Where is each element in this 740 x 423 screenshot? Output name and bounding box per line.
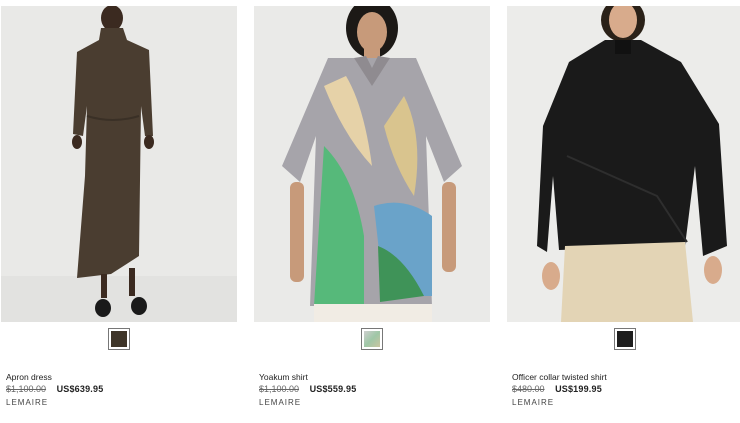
product-name[interactable]: Apron dress: [6, 372, 52, 382]
swatch-chip: [617, 331, 633, 347]
model-in-brown-dress-icon: [1, 6, 237, 322]
model-in-black-shirt-icon: [507, 6, 740, 322]
product-image[interactable]: [1, 6, 237, 322]
original-price: $480.00: [512, 384, 545, 394]
color-swatch[interactable]: [614, 328, 636, 350]
original-price: $1,100.00: [6, 384, 47, 394]
product-image[interactable]: [507, 6, 740, 322]
product-grid: Apron dress $1,100.00 US$639.95 LEMAIRE: [0, 0, 740, 423]
swatch-chip: [111, 331, 127, 347]
price-row: $1,100.00 US$559.95: [259, 384, 356, 394]
model-in-printed-shirt-icon: [254, 6, 490, 322]
product-brand[interactable]: LEMAIRE: [512, 398, 554, 407]
product-name[interactable]: Yoakum shirt: [259, 372, 308, 382]
sale-price: US$199.95: [555, 384, 602, 394]
sale-price: US$639.95: [56, 384, 104, 394]
sale-price: US$559.95: [309, 384, 357, 394]
price-row: $480.00 US$199.95: [512, 384, 602, 394]
price-row: $1,100.00 US$639.95: [6, 384, 103, 394]
product-image[interactable]: [254, 6, 490, 322]
product-name[interactable]: Officer collar twisted shirt: [512, 372, 607, 382]
swatch-chip: [364, 331, 380, 347]
color-swatch[interactable]: [361, 328, 383, 350]
product-brand[interactable]: LEMAIRE: [259, 398, 301, 407]
product-brand[interactable]: LEMAIRE: [6, 398, 48, 407]
color-swatch[interactable]: [108, 328, 130, 350]
original-price: $1,100.00: [259, 384, 300, 394]
